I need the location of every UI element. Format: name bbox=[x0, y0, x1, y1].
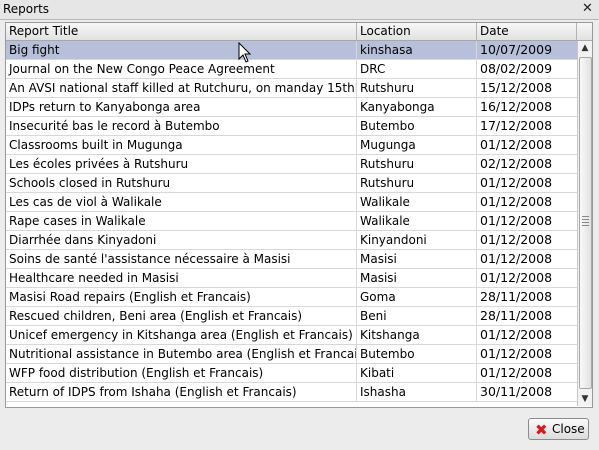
row-date-cell: 01/12/2008 bbox=[480, 175, 553, 190]
row-title-cell: Schools closed in Rutshuru bbox=[6, 174, 357, 192]
close-button[interactable]: ✖ Close bbox=[528, 418, 589, 440]
table-row[interactable]: Rescued children, Beni area (English et … bbox=[6, 307, 577, 326]
table-row[interactable]: Schools closed in Rutshuru Rutshuru 01/12/… bbox=[6, 174, 577, 193]
reports-table: Report Title Location Date Big fight kins… bbox=[5, 22, 593, 408]
table-row[interactable]: WFP food distribution (English et Franca… bbox=[6, 364, 577, 383]
row-title-cell: Healthcare needed in Masisi bbox=[6, 269, 357, 287]
table-header: Report Title Location Date bbox=[6, 23, 592, 41]
row-location-cell: Masisi bbox=[357, 269, 477, 287]
table-row[interactable]: Journal on the New Congo Peace Agreement… bbox=[6, 60, 577, 79]
table-row[interactable]: Masisi Road repairs (English et Francais… bbox=[6, 288, 577, 307]
row-date-cell: 10/07/2009 bbox=[480, 42, 553, 57]
row-title-cell: Les cas de viol à Walikale bbox=[6, 193, 357, 211]
row-title-cell: IDPs return to Kanyabonga area bbox=[6, 98, 357, 116]
row-date-cell: 16/12/2008 bbox=[480, 99, 553, 114]
row-location-cell: Butembo bbox=[357, 345, 477, 363]
table-row[interactable]: Rape cases in Walikale Walikale 01/12/2008 bbox=[6, 212, 577, 231]
row-date-cell: 08/02/2009 bbox=[480, 61, 553, 76]
row-title-cell: Classrooms built in Mugunga bbox=[6, 136, 357, 154]
row-title-cell: Return of IDPS from Ishaha (English et F… bbox=[6, 383, 357, 401]
row-title-cell: Soins de santé l'assistance nécessaire à… bbox=[6, 250, 357, 268]
row-location-cell: Walikale bbox=[357, 212, 477, 230]
arrow-up-icon[interactable]: ▲ bbox=[578, 41, 592, 55]
row-date-cell: 30/11/2008 bbox=[480, 384, 553, 399]
table-row[interactable]: Healthcare needed in Masisi Masisi 01/12/2… bbox=[6, 269, 577, 288]
column-header-title[interactable]: Report Title bbox=[6, 23, 357, 40]
row-location-cell: DRC bbox=[357, 60, 477, 78]
window-titlebar: Reports ✕ bbox=[0, 0, 599, 20]
mouse-cursor-icon bbox=[238, 42, 252, 63]
row-date-cell: 15/12/2008 bbox=[480, 80, 553, 95]
row-date-cell: 17/12/2008 bbox=[480, 118, 553, 133]
row-date-cell: 01/12/2008 bbox=[480, 137, 553, 152]
table-row[interactable]: Nutritional assistance in Butembo area (… bbox=[6, 345, 577, 364]
scrollbar-thumb[interactable] bbox=[579, 57, 592, 389]
window-title: Reports bbox=[3, 2, 50, 16]
grip-icon bbox=[582, 216, 589, 226]
red-x-icon: ✖ bbox=[535, 421, 548, 439]
table-row[interactable]: Classrooms built in Mugunga Mugunga 01/12/… bbox=[6, 136, 577, 155]
row-location-cell: Kanyabonga bbox=[357, 98, 477, 116]
table-row[interactable]: Les écoles privées à Rutshuru Rutshuru 02/… bbox=[6, 155, 577, 174]
row-date-cell: 01/12/2008 bbox=[480, 213, 553, 228]
row-date-cell: 01/12/2008 bbox=[480, 251, 553, 266]
row-title-cell: Les écoles privées à Rutshuru bbox=[6, 155, 357, 173]
row-location-cell: Walikale bbox=[357, 193, 477, 211]
row-title-cell: WFP food distribution (English et Franca… bbox=[6, 364, 357, 382]
row-date-cell: 01/12/2008 bbox=[480, 365, 553, 380]
table-row[interactable]: IDPs return to Kanyabonga area Kanyabonga… bbox=[6, 98, 577, 117]
row-date-cell: 01/12/2008 bbox=[480, 327, 553, 342]
row-location-cell: Butembo bbox=[357, 117, 477, 135]
row-title-cell: Masisi Road repairs (English et Francais… bbox=[6, 288, 357, 306]
row-location-cell: Mugunga bbox=[357, 136, 477, 154]
row-date-cell: 01/12/2008 bbox=[480, 194, 553, 209]
row-location-cell: Rutshuru bbox=[357, 174, 477, 192]
row-date-cell: 01/12/2008 bbox=[480, 270, 553, 285]
row-location-cell: Masisi bbox=[357, 250, 477, 268]
row-date-cell: 02/12/2008 bbox=[480, 156, 553, 171]
column-header-location[interactable]: Location bbox=[357, 23, 477, 40]
row-location-cell: Kinyandoni bbox=[357, 231, 477, 249]
row-location-cell: Kibati bbox=[357, 364, 477, 382]
row-date-cell: 28/11/2008 bbox=[480, 289, 553, 304]
table-row[interactable]: An AVSI national staff killed at Rutchur… bbox=[6, 79, 577, 98]
table-row[interactable]: Insecurité bas le record à Butembo Butemb… bbox=[6, 117, 577, 136]
row-title-cell: Nutritional assistance in Butembo area (… bbox=[6, 345, 357, 363]
table-row[interactable]: Les cas de viol à Walikale Walikale 01/12/… bbox=[6, 193, 577, 212]
row-title-cell: Insecurité bas le record à Butembo bbox=[6, 117, 357, 135]
row-location-cell: Rutshuru bbox=[357, 79, 477, 97]
row-title-cell: Diarrhée dans Kinyadoni bbox=[6, 231, 357, 249]
row-location-cell: Kitshanga bbox=[357, 326, 477, 344]
table-row[interactable]: Unicef emergency in Kitshanga area (Engl… bbox=[6, 326, 577, 345]
row-title-cell: Rape cases in Walikale bbox=[6, 212, 357, 230]
table-row[interactable]: Soins de santé l'assistance nécessaire à… bbox=[6, 250, 577, 269]
row-location-cell: Beni bbox=[357, 307, 477, 325]
row-location-cell: Ishasha bbox=[357, 383, 477, 401]
row-date-cell: 01/12/2008 bbox=[480, 232, 553, 247]
close-icon[interactable]: ✕ bbox=[580, 1, 595, 16]
arrow-down-icon[interactable]: ▼ bbox=[578, 392, 592, 406]
row-location-cell: Goma bbox=[357, 288, 477, 306]
column-header-date[interactable]: Date bbox=[477, 23, 577, 40]
vertical-scrollbar[interactable]: ▲ ▼ bbox=[577, 41, 592, 406]
close-button-label: Close bbox=[552, 422, 585, 436]
row-date-cell: 28/11/2008 bbox=[480, 308, 553, 323]
row-date-cell: 01/12/2008 bbox=[480, 346, 553, 361]
row-title-cell: Big fight bbox=[6, 41, 357, 59]
row-title-cell: Rescued children, Beni area (English et … bbox=[6, 307, 357, 325]
row-title-cell: Journal on the New Congo Peace Agreement bbox=[6, 60, 357, 78]
row-title-cell: An AVSI national staff killed at Rutchur… bbox=[6, 79, 357, 97]
table-body: Big fight kinshasa 10/07/2009 Journal on th… bbox=[6, 41, 577, 402]
table-row[interactable]: Return of IDPS from Ishaha (English et F… bbox=[6, 383, 577, 402]
row-location-cell: Rutshuru bbox=[357, 155, 477, 173]
table-row[interactable]: Diarrhée dans Kinyadoni Kinyandoni 01/12/2… bbox=[6, 231, 577, 250]
table-row[interactable]: Big fight kinshasa 10/07/2009 bbox=[6, 41, 577, 60]
row-location-cell: kinshasa bbox=[357, 41, 477, 59]
row-title-cell: Unicef emergency in Kitshanga area (Engl… bbox=[6, 326, 357, 344]
